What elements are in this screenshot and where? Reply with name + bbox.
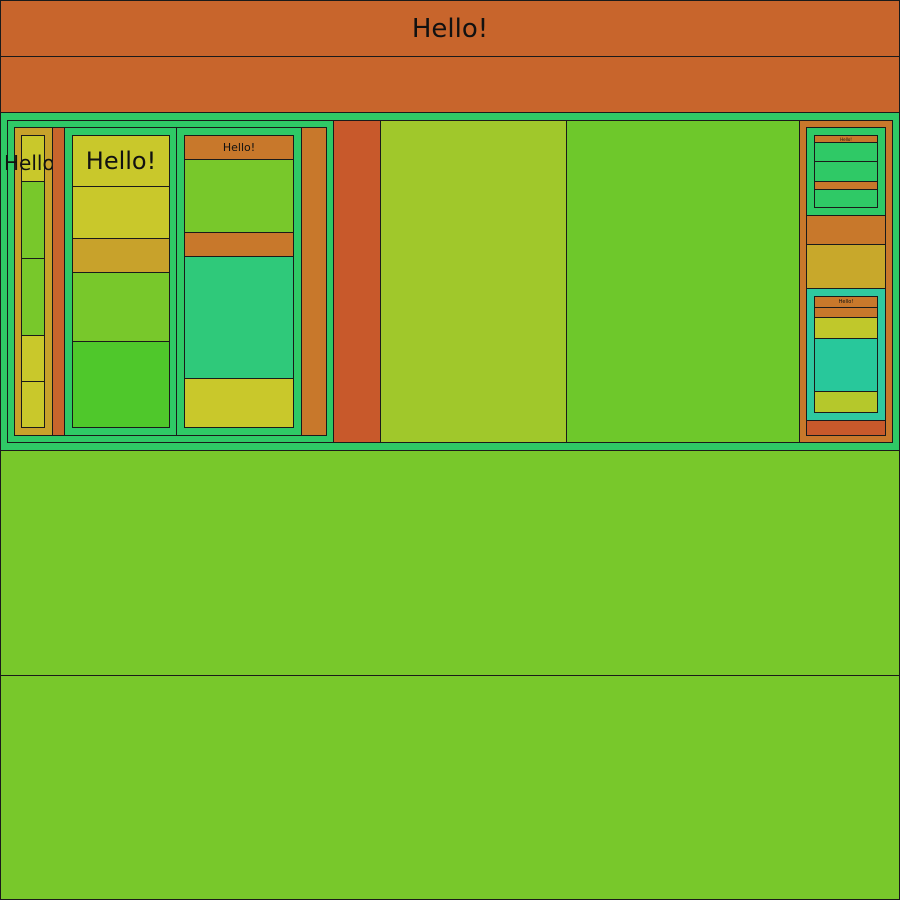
- left-stack-cell-3: [21, 258, 45, 336]
- right-block-orange: [806, 215, 886, 245]
- left-stack-cell-4: [21, 335, 45, 382]
- column-green: [566, 120, 800, 443]
- middle-cell-4: [72, 272, 170, 342]
- right-widget-top-label: Hello!: [840, 136, 852, 142]
- middle-cell-5: [72, 341, 170, 428]
- subheader-bar: [0, 56, 900, 113]
- right-widget-top-cell-3: [814, 161, 878, 182]
- middle-title: Hello!: [85, 147, 157, 175]
- header-bar: Hello!: [0, 0, 900, 57]
- right-widget-bottom-label: Hello!: [838, 299, 854, 305]
- right-widget-bottom-cell-4: [814, 338, 878, 392]
- inner-right-cell-3: [184, 232, 294, 257]
- right-widget-top-cell-5: [814, 189, 878, 208]
- left-stack-label: Hello: [4, 151, 55, 175]
- column-yellow-green: [380, 120, 567, 443]
- left-group-end-strip: [301, 127, 327, 436]
- inner-right-heading: Hello!: [222, 141, 256, 154]
- column-orange: [333, 120, 381, 443]
- inner-right-cell-2: [184, 159, 294, 233]
- middle-cell-3: [72, 238, 170, 273]
- right-footer-strip: [806, 420, 886, 436]
- middle-title-cell: Hello!: [72, 135, 170, 187]
- bottom-panel-1: [0, 450, 900, 676]
- inner-right-cell-5: [184, 378, 294, 428]
- middle-cell-2: [72, 186, 170, 239]
- right-widget-bottom-cell-3: [814, 317, 878, 339]
- left-stack-cell-5: [21, 381, 45, 428]
- right-block-yellow: [806, 244, 886, 289]
- bottom-panel-2: [0, 675, 900, 900]
- right-widget-bottom-cell-5: [814, 391, 878, 413]
- inner-right-header: Hello!: [184, 135, 294, 160]
- inner-right-cell-4: [184, 256, 294, 379]
- left-stack-cell-2: [21, 181, 45, 259]
- right-widget-top-cell-2: [814, 142, 878, 162]
- header-title: Hello!: [411, 13, 489, 44]
